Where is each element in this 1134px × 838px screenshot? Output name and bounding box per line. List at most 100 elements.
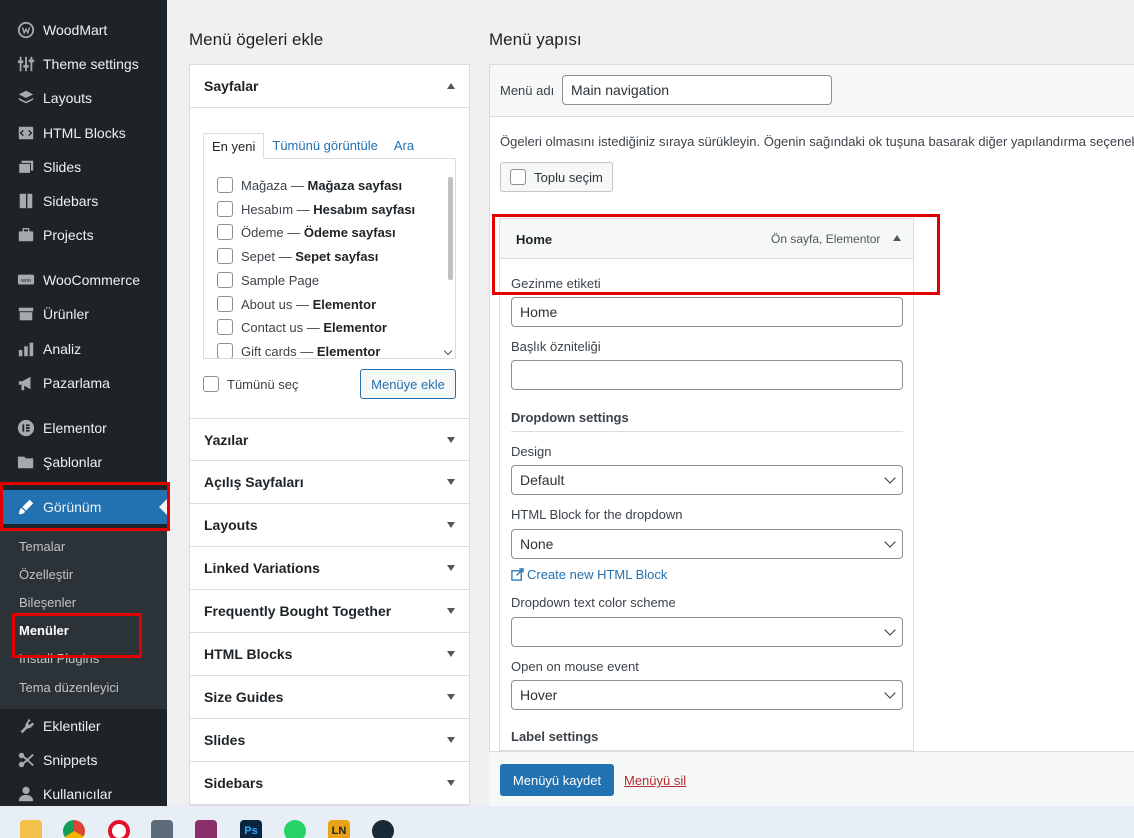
- steam-icon[interactable]: [372, 820, 394, 838]
- accordion-slides[interactable]: Slides: [190, 719, 469, 762]
- checkbox[interactable]: [217, 272, 233, 288]
- accordion-frequently-bought[interactable]: Frequently Bought Together: [190, 590, 469, 633]
- accordion-sidebars[interactable]: Sidebars: [190, 762, 469, 805]
- sidebar-item-slides[interactable]: Slides: [0, 150, 167, 184]
- submenu-temalar[interactable]: Temalar: [19, 539, 65, 554]
- sidebar-item-gorunum[interactable]: Görünüm: [0, 490, 167, 524]
- page-option[interactable]: Contact us — Elementor: [217, 317, 387, 337]
- sidebar-item-theme-settings[interactable]: Theme settings: [0, 47, 167, 81]
- tab-most-recent[interactable]: En yeni: [203, 133, 265, 159]
- add-items-title: Menü ögeleri ekle: [189, 30, 324, 49]
- checkbox[interactable]: [217, 343, 233, 358]
- checkbox[interactable]: [217, 248, 233, 264]
- accordion-posts[interactable]: Yazılar: [190, 418, 469, 461]
- external-link-icon: [511, 568, 524, 581]
- winrar-icon[interactable]: [195, 820, 217, 838]
- menu-item-handle[interactable]: Home Ön sayfa, Elementor: [500, 219, 913, 259]
- brush-icon: [16, 497, 36, 517]
- page-separator: —: [293, 201, 314, 217]
- checkbox[interactable]: [203, 376, 219, 392]
- accordion-pages-title: Sayfalar: [204, 78, 259, 94]
- sidebar-item-label: Snippets: [43, 752, 98, 768]
- menu-name-input[interactable]: Main navigation: [562, 75, 832, 105]
- sidebar-item-pazarlama[interactable]: Pazarlama: [0, 366, 167, 400]
- sidebar-item-layouts[interactable]: Layouts: [0, 81, 167, 115]
- create-html-block-link[interactable]: Create new HTML Block: [511, 567, 667, 582]
- collapse-arrow-icon: [447, 83, 455, 89]
- sidebar-item-label: WooCommerce: [43, 272, 140, 288]
- accordion-title: Frequently Bought Together: [204, 603, 392, 619]
- mouse-event-select[interactable]: Hover: [511, 680, 903, 710]
- submenu-menuler[interactable]: Menüler: [19, 623, 69, 638]
- bulk-select-button[interactable]: Toplu seçim: [500, 162, 613, 192]
- chrome-icon[interactable]: [63, 820, 85, 838]
- submenu-ozellestir[interactable]: Özelleştir: [19, 567, 73, 582]
- sidebar-item-sidebars[interactable]: Sidebars: [0, 184, 167, 218]
- calculator-icon[interactable]: [151, 820, 173, 838]
- sidebar-item-projects[interactable]: Projects: [0, 218, 167, 252]
- accordion-size-guides[interactable]: Size Guides: [190, 676, 469, 719]
- accordion-landing-pages[interactable]: Açılış Sayfaları: [190, 461, 469, 504]
- sidebar-item-html-blocks[interactable]: HTML Blocks: [0, 116, 167, 150]
- file-explorer-icon[interactable]: [20, 820, 42, 838]
- submenu-bilesenler[interactable]: Bileşenler: [19, 595, 76, 610]
- page-option[interactable]: Sepet — Sepet sayfası: [217, 246, 378, 266]
- sidebar-item-sablonlar[interactable]: Şablonlar: [0, 445, 167, 479]
- tab-view-all[interactable]: Tümünü görüntüle: [264, 133, 386, 159]
- add-to-menu-button[interactable]: Menüye ekle: [360, 369, 456, 399]
- page-option[interactable]: Mağaza — Mağaza sayfası: [217, 175, 402, 195]
- ln-icon[interactable]: LN: [328, 820, 350, 838]
- mouse-event-value: Hover: [520, 687, 558, 703]
- chevron-down-icon: [884, 536, 896, 548]
- expand-arrow-icon: [447, 780, 455, 786]
- submenu-tema-duzenleyici[interactable]: Tema düzenleyici: [19, 680, 119, 695]
- sidebar-item-snippets[interactable]: Snippets: [0, 743, 167, 777]
- sidebar-item-label: Şablonlar: [43, 454, 103, 470]
- checkbox[interactable]: [217, 319, 233, 335]
- nav-label-input[interactable]: Home: [511, 297, 903, 327]
- sidebar-item-urunler[interactable]: Ürünler: [0, 297, 167, 331]
- html-block-label: HTML Block for the dropdown: [511, 507, 683, 522]
- accordion-html-blocks[interactable]: HTML Blocks: [190, 633, 469, 676]
- scrollbar-thumb[interactable]: [448, 177, 453, 280]
- page-name: Ödeme: [241, 224, 284, 240]
- color-scheme-select[interactable]: [511, 617, 903, 647]
- sidebar-item-label: Projects: [43, 227, 94, 243]
- scroll-down-arrow-icon[interactable]: [443, 346, 453, 356]
- select-all-checkbox[interactable]: Tümünü seç: [203, 376, 299, 392]
- page-option[interactable]: Sample Page: [217, 270, 319, 290]
- page-option[interactable]: Hesabım — Hesabım sayfası: [217, 199, 415, 219]
- sidebar-item-woodmart[interactable]: WoodMart: [0, 13, 167, 47]
- html-block-select[interactable]: None: [511, 529, 903, 559]
- sidebar-item-analiz[interactable]: Analiz: [0, 332, 167, 366]
- accordion-title: HTML Blocks: [204, 646, 293, 662]
- page-option[interactable]: About us — Elementor: [217, 294, 376, 314]
- submenu-install-plugins[interactable]: Install Plugins: [19, 651, 99, 666]
- tab-search[interactable]: Ara: [386, 133, 422, 159]
- page-option[interactable]: Ödeme — Ödeme sayfası: [217, 222, 396, 242]
- delete-menu-link[interactable]: Menüyü sil: [624, 773, 686, 788]
- sidebar-item-eklentiler[interactable]: Eklentiler: [0, 709, 167, 743]
- pages-tabs: En yeni Tümünü görüntüle Ara: [203, 133, 422, 159]
- checkbox[interactable]: [217, 177, 233, 193]
- checkbox[interactable]: [217, 296, 233, 312]
- accordion-layouts[interactable]: Layouts: [190, 504, 469, 547]
- pages-checklist[interactable]: Mağaza — Mağaza sayfası Hesabım — Hesabı…: [203, 158, 456, 359]
- save-menu-button[interactable]: Menüyü kaydet: [500, 764, 614, 796]
- page-note: Ödeme sayfası: [303, 224, 396, 240]
- page-option[interactable]: Gift cards — Elementor: [217, 341, 380, 358]
- accordion-pages[interactable]: Sayfalar: [190, 65, 469, 108]
- sidebar-item-elementor[interactable]: Elementor: [0, 411, 167, 445]
- whatsapp-icon[interactable]: [284, 820, 306, 838]
- collapse-arrow-icon[interactable]: [893, 235, 901, 241]
- opera-icon[interactable]: [108, 820, 130, 838]
- photoshop-icon[interactable]: Ps: [240, 820, 262, 838]
- checkbox[interactable]: [217, 224, 233, 240]
- sidebar-item-kullanicilar[interactable]: Kullanıcılar: [0, 777, 167, 806]
- title-attribute-input[interactable]: [511, 360, 903, 390]
- checkbox[interactable]: [217, 201, 233, 217]
- accordion-linked-variations[interactable]: Linked Variations: [190, 547, 469, 590]
- chevron-down-icon: [884, 472, 896, 484]
- sidebar-item-woocommerce[interactable]: woo WooCommerce: [0, 263, 167, 297]
- design-select[interactable]: Default: [511, 465, 903, 495]
